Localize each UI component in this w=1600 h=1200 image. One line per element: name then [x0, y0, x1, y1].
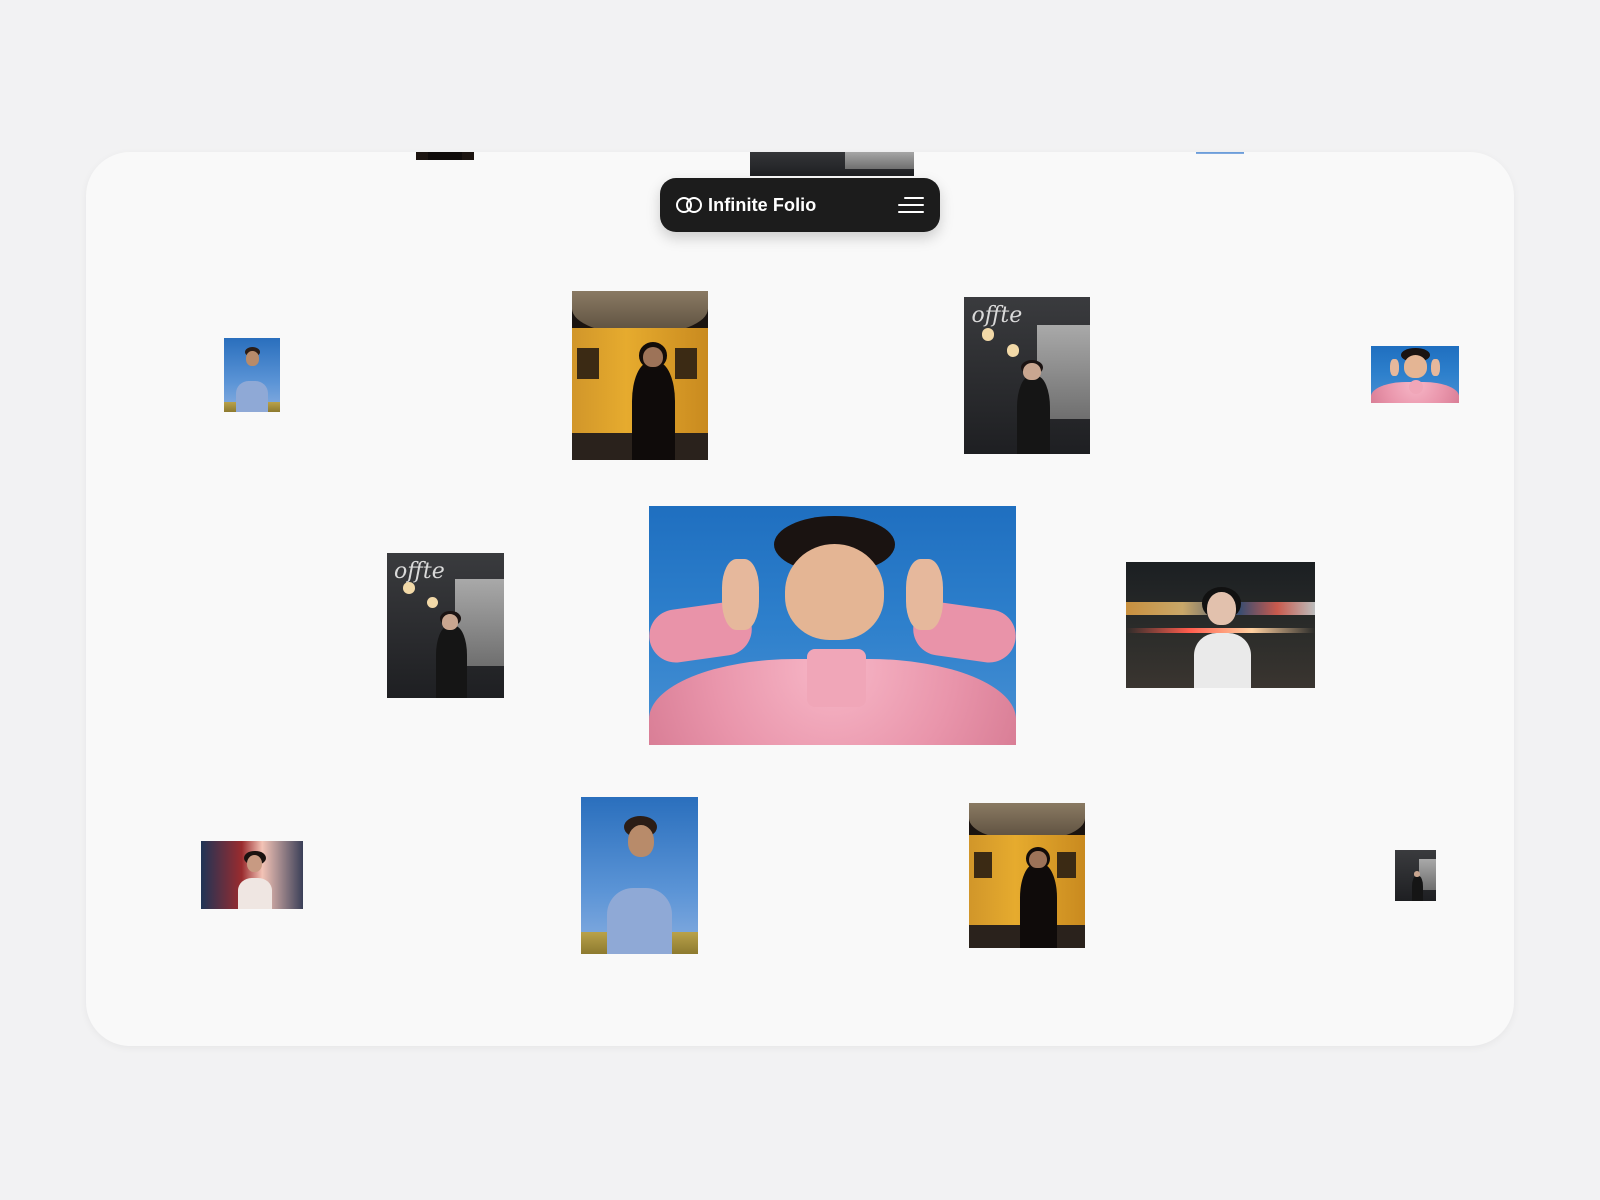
- photo-tile[interactable]: [416, 152, 474, 160]
- photo-tile[interactable]: offte: [387, 553, 504, 698]
- infinity-icon: [676, 197, 702, 213]
- brand-name[interactable]: Infinite Folio: [708, 195, 816, 216]
- hamburger-menu-icon[interactable]: [898, 195, 924, 215]
- photo-tile[interactable]: [1196, 152, 1244, 154]
- gallery-canvas[interactable]: offte offte: [86, 152, 1514, 1046]
- photo-tile[interactable]: [1126, 562, 1315, 688]
- cafe-sign-text: offte: [971, 303, 1023, 329]
- photo-tile[interactable]: [750, 152, 914, 176]
- cafe-sign-text: offte: [394, 558, 445, 584]
- photo-tile[interactable]: [201, 841, 303, 909]
- photo-tile[interactable]: [572, 291, 708, 460]
- photo-tile[interactable]: [1371, 346, 1459, 403]
- photo-tile[interactable]: [224, 338, 280, 412]
- top-nav-bar: Infinite Folio: [660, 178, 940, 232]
- photo-tile[interactable]: offte: [964, 297, 1090, 454]
- featured-photo[interactable]: [649, 506, 1016, 745]
- photo-tile[interactable]: [581, 797, 698, 954]
- photo-tile[interactable]: [969, 803, 1085, 948]
- photo-tile[interactable]: [1395, 850, 1436, 901]
